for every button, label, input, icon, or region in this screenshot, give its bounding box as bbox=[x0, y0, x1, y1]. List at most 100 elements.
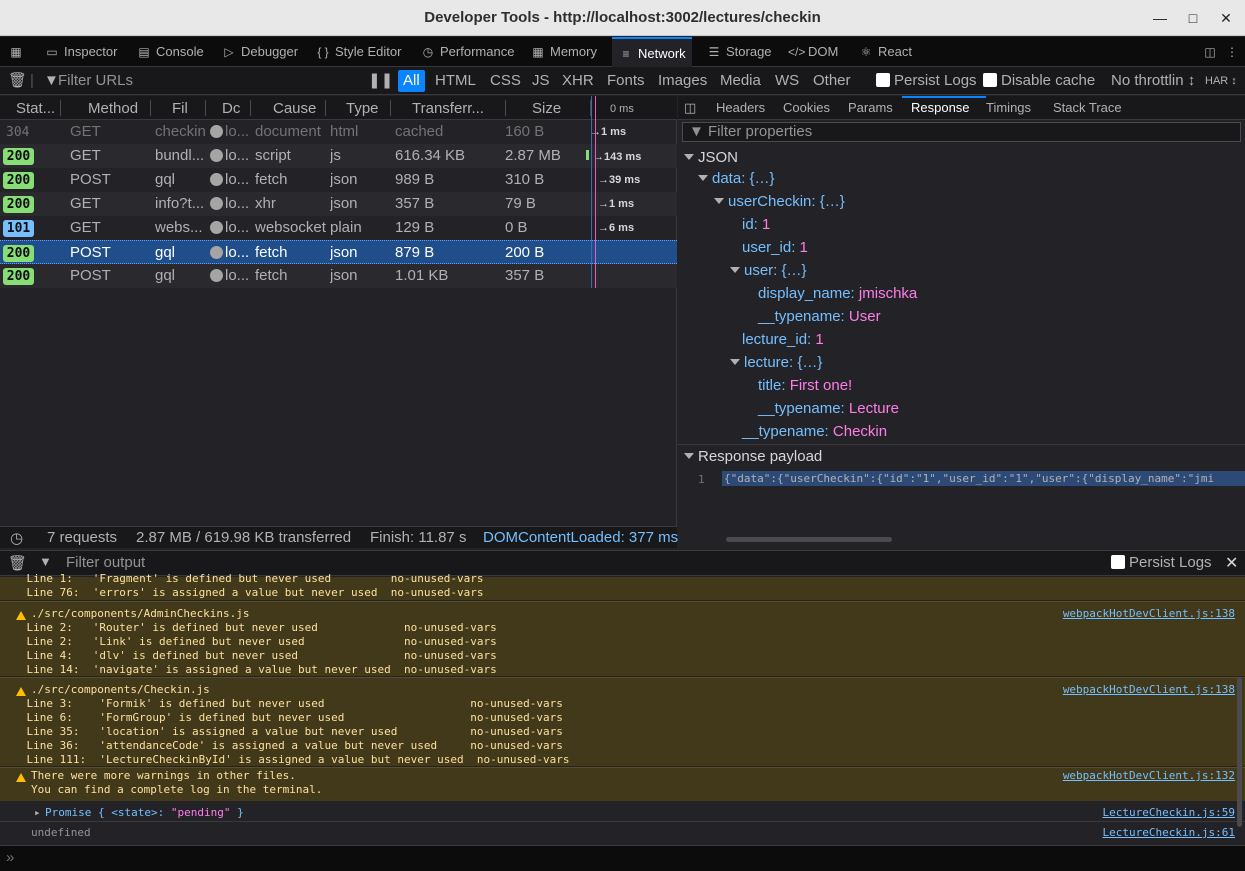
tree-node-title: title: First one! bbox=[758, 377, 853, 394]
source-link[interactable]: webpackHotDevClient.js:132 bbox=[1063, 769, 1235, 782]
filter-ws[interactable]: WS bbox=[775, 67, 799, 95]
warning-icon bbox=[16, 611, 26, 620]
react-icon: ⚛ bbox=[860, 45, 872, 59]
table-row[interactable]: 304 GET checkin lo... document html cach… bbox=[0, 120, 677, 144]
source-link[interactable]: webpackHotDevClient.js:138 bbox=[1063, 607, 1235, 620]
table-row[interactable]: 101 GET webs... lo... websocket plain 12… bbox=[0, 216, 677, 240]
har-menu[interactable]: HAR ↕ bbox=[1205, 67, 1237, 95]
pause-icon[interactable]: ❚❚ bbox=[368, 67, 393, 95]
menu-icon[interactable]: ⋮ bbox=[1224, 37, 1244, 67]
table-row[interactable]: 200 GET info?t... lo... xhr json 357 B 7… bbox=[0, 192, 677, 216]
source-link[interactable]: LectureCheckin.js:59 bbox=[1103, 806, 1235, 819]
tree-node-display-name: display_name: jmischka bbox=[758, 285, 918, 302]
filter-xhr[interactable]: XHR bbox=[562, 67, 594, 95]
tree-node-lecture[interactable]: lecture: {…} bbox=[730, 354, 822, 371]
source-link[interactable]: webpackHotDevClient.js:138 bbox=[1063, 683, 1235, 696]
request-list-header: Stat... Method Fil Dc Cause Type Transfe… bbox=[0, 96, 677, 120]
col-method[interactable]: Method bbox=[88, 100, 138, 117]
clear-trash-icon[interactable]: 🗑 bbox=[8, 67, 27, 95]
toggle-sidebar-icon[interactable]: ◫ bbox=[684, 100, 696, 116]
expand-triangle-icon[interactable]: ▸ bbox=[34, 806, 41, 819]
tab-memory[interactable]: ▦ Memory bbox=[530, 37, 597, 67]
divider: | bbox=[30, 72, 34, 89]
line-number: 1 bbox=[698, 473, 705, 486]
tree-node-user[interactable]: user: {…} bbox=[730, 262, 807, 279]
tab-response[interactable]: Response bbox=[911, 100, 970, 115]
dom-icon: </> bbox=[788, 45, 806, 59]
style-editor-icon: { } bbox=[317, 45, 329, 59]
pick-element-icon[interactable]: ▦ bbox=[8, 37, 28, 67]
col-file[interactable]: Fil bbox=[172, 100, 188, 117]
table-row[interactable]: 200 POST gql lo... fetch json 1.01 KB 35… bbox=[0, 264, 677, 288]
filter-fonts[interactable]: Fonts bbox=[607, 67, 645, 95]
persist-logs-checkbox[interactable] bbox=[876, 73, 890, 87]
status-badge: 200 bbox=[3, 268, 34, 285]
debugger-icon: ▷ bbox=[224, 45, 234, 59]
tab-console[interactable]: ▤ Console bbox=[136, 37, 203, 67]
col-cause[interactable]: Cause bbox=[273, 100, 316, 117]
status-badge: 200 bbox=[3, 196, 34, 213]
persist-logs-toggle[interactable]: Persist Logs bbox=[876, 67, 977, 95]
throttling-select[interactable]: No throttlin ↕ bbox=[1111, 67, 1195, 95]
horizontal-scrollbar[interactable] bbox=[726, 537, 892, 542]
close-icon[interactable]: ✕ bbox=[1216, 8, 1236, 28]
filter-media[interactable]: Media bbox=[720, 67, 761, 95]
minimize-icon[interactable]: — bbox=[1150, 8, 1170, 28]
tab-headers[interactable]: Headers bbox=[716, 100, 765, 115]
tab-debugger[interactable]: ▷ Debugger bbox=[221, 37, 298, 67]
console-persist-logs-checkbox[interactable] bbox=[1111, 555, 1125, 569]
filter-html[interactable]: HTML bbox=[435, 67, 476, 95]
col-transferred[interactable]: Transferr... bbox=[412, 100, 484, 117]
vertical-scrollbar[interactable] bbox=[1237, 677, 1242, 827]
filter-css[interactable]: CSS bbox=[490, 67, 521, 95]
filter-all[interactable]: All bbox=[398, 70, 425, 92]
transferred-total: 2.87 MB / 619.98 KB transferred bbox=[136, 529, 352, 546]
tab-performance[interactable]: ◷ Performance bbox=[420, 37, 515, 67]
filter-urls-input[interactable]: Filter URLs bbox=[58, 67, 133, 95]
status-badge: 200 bbox=[3, 148, 34, 165]
console-persist-logs-toggle[interactable]: Persist Logs bbox=[1111, 554, 1212, 571]
tab-timings[interactable]: Timings bbox=[986, 100, 1031, 115]
prompt-chevron-icon: » bbox=[6, 849, 15, 866]
col-type[interactable]: Type bbox=[346, 100, 379, 117]
tab-network[interactable]: ≡ Network bbox=[612, 37, 692, 67]
tab-react[interactable]: ⚛ React bbox=[858, 37, 912, 67]
table-row[interactable]: 200 POST gql lo... fetch json 989 B 310 … bbox=[0, 168, 677, 192]
devtools-toolbar: ▦ ▭ Inspector ▤ Console ▷ Debugger { } Style… bbox=[0, 37, 1245, 67]
disable-cache-toggle[interactable]: Disable cache bbox=[983, 67, 1095, 95]
console-input[interactable]: » bbox=[0, 845, 1245, 871]
tab-stack-trace[interactable]: Stack Trace bbox=[1053, 100, 1122, 115]
json-section-header[interactable]: JSON bbox=[678, 146, 1245, 170]
disable-cache-checkbox[interactable] bbox=[983, 73, 997, 87]
source-link[interactable]: LectureCheckin.js:61 bbox=[1103, 826, 1235, 839]
expand-triangle-icon bbox=[730, 267, 740, 273]
close-split-console-icon[interactable]: ✕ bbox=[1225, 553, 1238, 573]
maximize-icon[interactable]: □ bbox=[1183, 8, 1203, 28]
tab-style-editor[interactable]: { } Style Editor bbox=[315, 37, 401, 67]
response-payload-header[interactable]: Response payload bbox=[678, 444, 1245, 468]
table-row-selected[interactable]: 200 POST gql lo... fetch json 879 B 200 … bbox=[0, 240, 677, 264]
col-status[interactable]: Stat... bbox=[16, 100, 55, 117]
filter-icon: ▼ bbox=[39, 554, 52, 569]
table-row[interactable]: 200 GET bundl... lo... script js 616.34 … bbox=[0, 144, 677, 168]
filter-output-input[interactable]: Filter output bbox=[66, 554, 145, 571]
filter-other[interactable]: Other bbox=[813, 67, 851, 95]
tab-cookies[interactable]: Cookies bbox=[783, 100, 830, 115]
col-waterfall[interactable]: 0 ms bbox=[610, 103, 634, 115]
performance-analysis-icon[interactable]: ◷ bbox=[10, 529, 23, 547]
tree-node-usercheckin[interactable]: userCheckin: {…} bbox=[714, 193, 845, 210]
col-domain[interactable]: Dc bbox=[222, 100, 240, 117]
filter-js[interactable]: JS bbox=[532, 67, 550, 95]
tab-params[interactable]: Params bbox=[848, 100, 893, 115]
tab-dom[interactable]: </> DOM bbox=[788, 37, 838, 67]
clear-console-icon[interactable]: 🗑 bbox=[8, 554, 27, 572]
tab-inspector[interactable]: ▭ Inspector bbox=[44, 37, 117, 67]
tab-storage[interactable]: ☰ Storage bbox=[706, 37, 772, 67]
response-payload-editor[interactable]: 1 {"data":{"userCheckin":{"id":"1","user… bbox=[678, 468, 1245, 490]
tree-node-data[interactable]: data: {…} bbox=[698, 170, 775, 187]
col-size[interactable]: Size bbox=[532, 100, 561, 117]
filter-properties-input[interactable]: ▼ Filter properties bbox=[682, 122, 1241, 142]
console-warning: There were more warnings in other files.… bbox=[0, 767, 1245, 801]
filter-images[interactable]: Images bbox=[658, 67, 707, 95]
dock-icon[interactable]: ◫ bbox=[1202, 37, 1222, 67]
